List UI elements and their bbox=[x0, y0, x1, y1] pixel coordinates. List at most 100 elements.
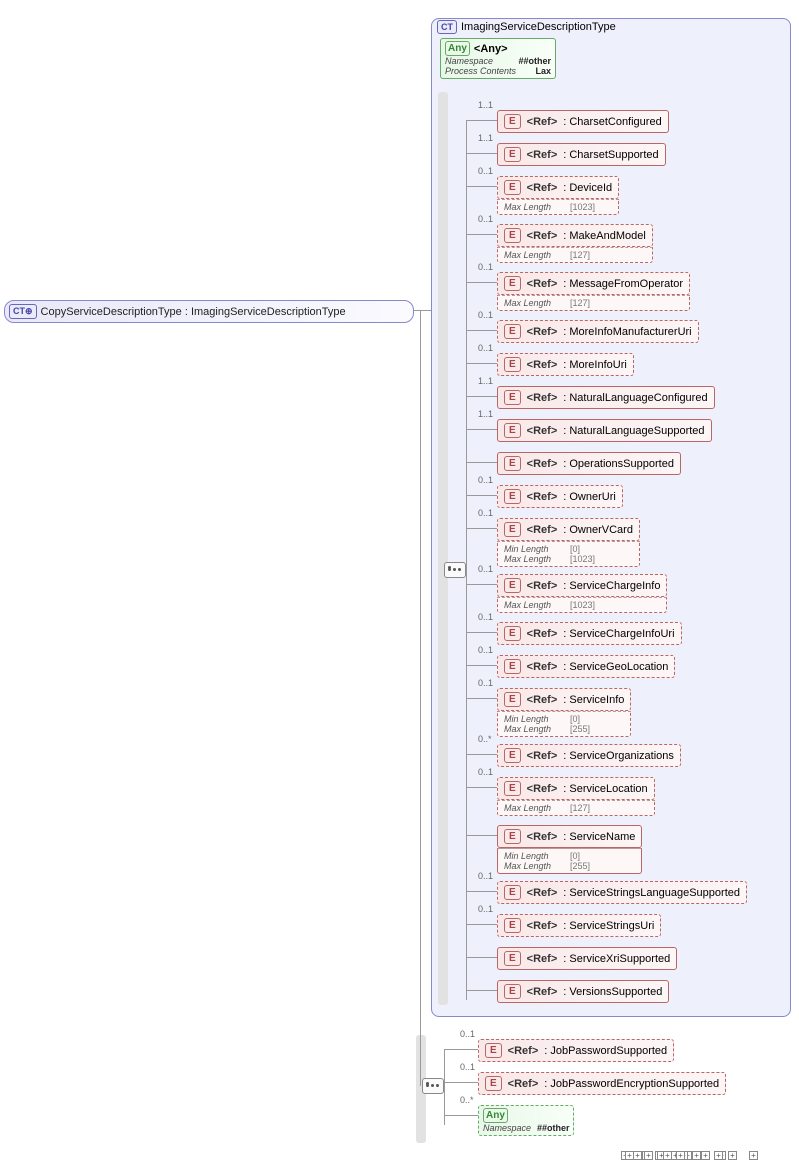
cardinality: 0..1 bbox=[478, 475, 493, 485]
element-constraints: Max Length[127] bbox=[497, 295, 690, 311]
element-name: : MoreInfoUri bbox=[563, 359, 627, 371]
element-name: : CharsetSupported bbox=[563, 149, 658, 161]
element-ref-versionssupported[interactable]: E<Ref>: VersionsSupported bbox=[497, 980, 669, 1003]
element-name: : JobPasswordSupported bbox=[544, 1045, 667, 1057]
element-ref-deviceid[interactable]: E<Ref>: DeviceIdMax Length[1023] bbox=[497, 176, 619, 215]
element-name: : ServiceChargeInfoUri bbox=[563, 628, 674, 640]
ref-label: <Ref> bbox=[527, 783, 558, 795]
cardinality: 0..1 bbox=[478, 612, 493, 622]
cardinality: 0..1 bbox=[478, 871, 493, 881]
expand-toggle[interactable]: + bbox=[749, 1151, 758, 1160]
expand-toggle[interactable]: + bbox=[728, 1151, 737, 1160]
element-badge: E bbox=[485, 1043, 502, 1058]
element-name: : MoreInfoManufacturerUri bbox=[563, 326, 691, 338]
cardinality: 0..1 bbox=[478, 767, 493, 777]
ref-label: <Ref> bbox=[527, 458, 558, 470]
element-name: : JobPasswordEncryptionSupported bbox=[544, 1078, 719, 1090]
element-badge: E bbox=[504, 659, 521, 674]
expand-toggle[interactable]: + bbox=[633, 1151, 642, 1160]
wildcard-any-outer[interactable]: AnyNamespace##other bbox=[478, 1105, 574, 1136]
connector-line bbox=[420, 310, 421, 1086]
ref-label: <Ref> bbox=[527, 230, 558, 242]
element-badge: E bbox=[504, 228, 521, 243]
element-ref-jobpasswordsupported[interactable]: E<Ref>: JobPasswordSupported bbox=[478, 1039, 674, 1062]
element-name: : NaturalLanguageSupported bbox=[563, 425, 704, 437]
element-constraints: Max Length[127] bbox=[497, 800, 655, 816]
element-name: : ServiceXriSupported bbox=[563, 953, 670, 965]
wildcard-any-box[interactable]: Any <Any> Namespace##other Process Conte… bbox=[440, 38, 556, 79]
element-ref-servicegeolocation[interactable]: E<Ref>: ServiceGeoLocation bbox=[497, 655, 675, 678]
element-ref-moreinfouri[interactable]: E<Ref>: MoreInfoUri bbox=[497, 353, 634, 376]
element-badge: E bbox=[504, 692, 521, 707]
ref-label: <Ref> bbox=[527, 831, 558, 843]
sequence-strip-inner bbox=[438, 92, 448, 1005]
element-badge: E bbox=[504, 781, 521, 796]
element-name: : ServiceName bbox=[563, 831, 635, 843]
element-ref-servicechargeinfouri[interactable]: E<Ref>: ServiceChargeInfoUri bbox=[497, 622, 682, 645]
element-name: : OperationsSupported bbox=[563, 458, 674, 470]
element-name: : ServiceLocation bbox=[563, 783, 647, 795]
expand-toggle[interactable]: + bbox=[692, 1151, 701, 1160]
element-badge: E bbox=[504, 147, 521, 162]
expand-toggle[interactable]: + bbox=[701, 1151, 710, 1160]
connector-line bbox=[466, 462, 497, 463]
element-badge: E bbox=[504, 423, 521, 438]
cardinality: 0..* bbox=[478, 734, 492, 744]
element-ref-servicestringsuri[interactable]: E<Ref>: ServiceStringsUri bbox=[497, 914, 661, 937]
expand-toggle[interactable]: + bbox=[644, 1151, 653, 1160]
ref-label: <Ref> bbox=[527, 661, 558, 673]
element-badge: E bbox=[504, 522, 521, 537]
ref-label: <Ref> bbox=[527, 920, 558, 932]
element-ref-serviceinfo[interactable]: E<Ref>: ServiceInfoMin Length[0]Max Leng… bbox=[497, 688, 631, 737]
expand-toggle[interactable]: + bbox=[714, 1151, 723, 1160]
any-label: <Any> bbox=[474, 43, 508, 55]
root-complex-type[interactable]: CT⊕ CopyServiceDescriptionType : Imaging… bbox=[4, 300, 414, 323]
element-name: : ServiceStringsLanguageSupported bbox=[563, 887, 740, 899]
element-ref-moreinfomanufactureruri[interactable]: E<Ref>: MoreInfoManufacturerUri bbox=[497, 320, 699, 343]
element-ref-servicelocation[interactable]: E <Ref> : ServiceLocation Max Length[127] bbox=[497, 777, 655, 816]
element-ref-makeandmodel[interactable]: E<Ref>: MakeAndModelMax Length[127] bbox=[497, 224, 653, 263]
element-ref-naturallanguageconfigured[interactable]: E<Ref>: NaturalLanguageConfigured bbox=[497, 386, 715, 409]
element-ref-charsetsupported[interactable]: E <Ref> : CharsetSupported bbox=[497, 143, 666, 166]
base-type-title: CT ImagingServiceDescriptionType bbox=[437, 20, 616, 34]
element-ref-messagefromoperator[interactable]: E<Ref>: MessageFromOperatorMax Length[12… bbox=[497, 272, 690, 311]
element-badge: E bbox=[504, 357, 521, 372]
connector-line bbox=[466, 787, 497, 788]
element-ref-charsetconfigured[interactable]: E<Ref>: CharsetConfigured bbox=[497, 110, 669, 133]
element-ref-operationssupported[interactable]: E<Ref>: OperationsSupported bbox=[497, 452, 681, 475]
sequence-indicator-outer bbox=[422, 1078, 444, 1094]
element-badge: E bbox=[504, 885, 521, 900]
cardinality: 0..1 bbox=[460, 1062, 475, 1072]
ref-label: <Ref> bbox=[527, 580, 558, 592]
element-badge: E bbox=[504, 984, 521, 999]
element-ref-servicechargeinfo[interactable]: E<Ref>: ServiceChargeInfoMax Length[1023… bbox=[497, 574, 667, 613]
cardinality: 0..* bbox=[460, 1095, 474, 1105]
element-ref-serviceorganizations[interactable]: E<Ref>: ServiceOrganizations bbox=[497, 744, 681, 767]
element-constraints: Min Length[0]Max Length[1023] bbox=[497, 541, 640, 567]
ref-label: <Ref> bbox=[527, 750, 558, 762]
connector-line bbox=[466, 363, 497, 364]
connector-line bbox=[466, 528, 497, 529]
element-constraints: Max Length[1023] bbox=[497, 597, 667, 613]
cardinality: 1..1 bbox=[478, 133, 493, 143]
element-ref-jobpasswordencryptionsupported[interactable]: E<Ref>: JobPasswordEncryptionSupported bbox=[478, 1072, 726, 1095]
expand-toggle[interactable]: + bbox=[676, 1151, 685, 1160]
element-badge: E bbox=[504, 489, 521, 504]
element-name: : NaturalLanguageConfigured bbox=[563, 392, 707, 404]
ref-label: <Ref> bbox=[527, 491, 558, 503]
element-ref-owneruri[interactable]: E<Ref>: OwnerUri bbox=[497, 485, 623, 508]
element-ref-servicexrisupported[interactable]: E<Ref>: ServiceXriSupported bbox=[497, 947, 677, 970]
cardinality: 0..1 bbox=[478, 310, 493, 320]
element-badge: E bbox=[504, 918, 521, 933]
element-ref-servicestringslanguagesupported[interactable]: E<Ref>: ServiceStringsLanguageSupported bbox=[497, 881, 747, 904]
ref-label: <Ref> bbox=[527, 182, 558, 194]
element-constraints: Min Length[0]Max Length[255] bbox=[497, 848, 642, 874]
ref-label: <Ref> bbox=[527, 149, 558, 161]
cardinality: 0..1 bbox=[478, 678, 493, 688]
connector-line bbox=[466, 330, 497, 331]
element-ref-naturallanguagesupported[interactable]: E<Ref>: NaturalLanguageSupported bbox=[497, 419, 712, 442]
element-constraints: Min Length[0]Max Length[255] bbox=[497, 711, 631, 737]
element-ref-ownervcard[interactable]: E<Ref>: OwnerVCardMin Length[0]Max Lengt… bbox=[497, 518, 640, 567]
element-name: : MessageFromOperator bbox=[563, 278, 683, 290]
element-ref-servicename[interactable]: E<Ref>: ServiceNameMin Length[0]Max Leng… bbox=[497, 825, 642, 874]
